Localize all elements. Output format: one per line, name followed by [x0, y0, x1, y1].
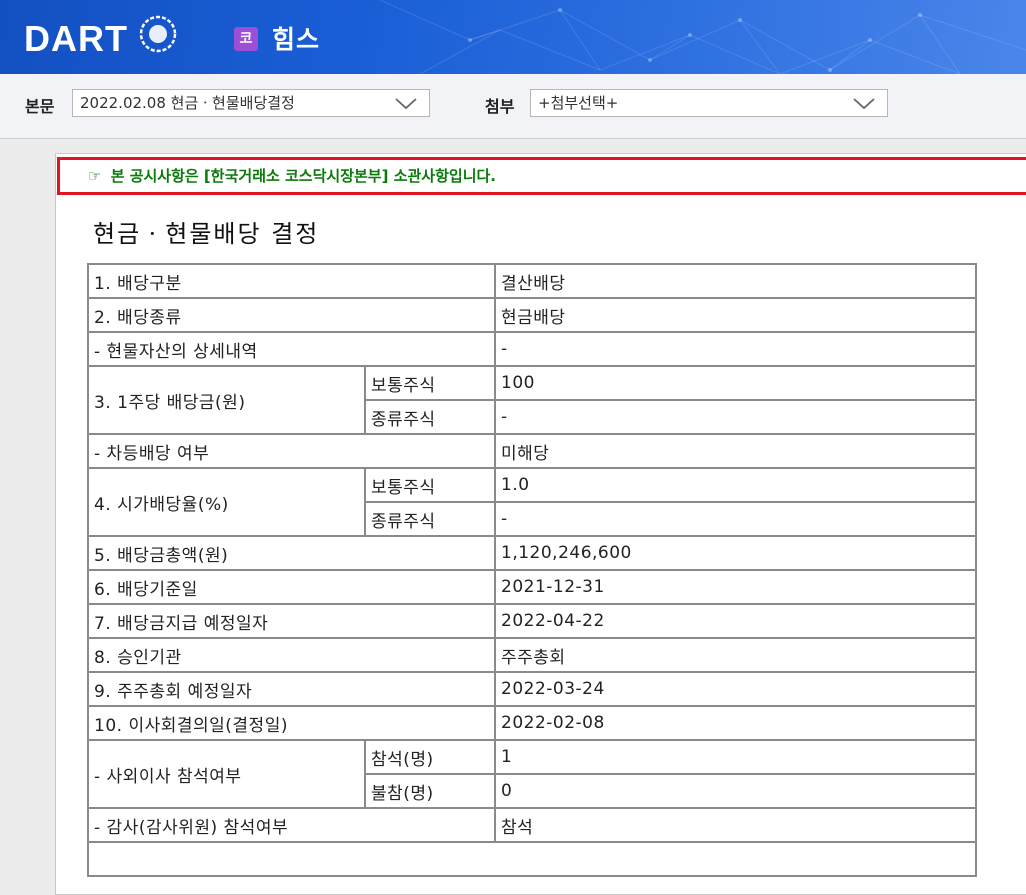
row-value: -	[494, 501, 977, 537]
row-value: 0	[494, 773, 977, 809]
row-label	[87, 841, 977, 877]
row-value: 2022-03-24	[494, 671, 977, 707]
row-label: - 감사(감사위원) 참석여부	[87, 807, 496, 843]
table-row: 4. 시가배당율(%) 보통주식 1.0	[87, 467, 977, 537]
row-label: - 차등배당 여부	[87, 433, 496, 469]
table-row: 2. 배당종류 현금배당	[87, 297, 977, 333]
row-sublabel: 참석(명)	[364, 739, 496, 775]
table-row: 3. 1주당 배당금(원) 보통주식 100	[87, 365, 977, 435]
row-value: 100	[494, 365, 977, 401]
row-sublabel: 불참(명)	[364, 773, 496, 809]
document-title: 현금ㆍ현물배당 결정	[93, 220, 320, 248]
body-select-label: 본문	[25, 97, 55, 116]
attach-select-label: 첨부	[485, 97, 515, 116]
table-row: 5. 배당금총액(원) 1,120,246,600	[87, 535, 977, 571]
dart-logo-mark: DART	[24, 15, 177, 59]
row-value: 2021-12-31	[494, 569, 977, 605]
row-value: 1	[494, 739, 977, 775]
pointing-hand-icon: ☞	[88, 167, 102, 185]
svg-text:DART: DART	[24, 18, 128, 58]
row-label: 8. 승인기관	[87, 637, 496, 673]
row-value: 미해당	[494, 433, 977, 469]
row-sublabel: 종류주식	[364, 501, 496, 537]
chevron-down-icon	[853, 98, 875, 110]
row-sublabel: 보통주식	[364, 467, 496, 503]
row-value: 참석	[494, 807, 977, 843]
row-value: 2022-04-22	[494, 603, 977, 639]
row-label: 7. 배당금지급 예정일자	[87, 603, 496, 639]
row-value: 결산배당	[494, 263, 977, 299]
table-row: 9. 주주총회 예정일자 2022-03-24	[87, 671, 977, 707]
row-label: 5. 배당금총액(원)	[87, 535, 496, 571]
table-row: - 현물자산의 상세내역 -	[87, 331, 977, 367]
table-row: - 차등배당 여부 미해당	[87, 433, 977, 469]
row-label: 1. 배당구분	[87, 263, 496, 299]
attach-select[interactable]: +첨부선택+	[530, 89, 888, 117]
row-label: 2. 배당종류	[87, 297, 496, 333]
row-label: - 사외이사 참석여부	[87, 739, 366, 809]
table-row: 7. 배당금지급 예정일자 2022-04-22	[87, 603, 977, 639]
table-row: 8. 승인기관 주주총회	[87, 637, 977, 673]
row-sublabel: 보통주식	[364, 365, 496, 401]
chevron-down-icon	[395, 98, 417, 110]
table-row: 6. 배당기준일 2021-12-31	[87, 569, 977, 605]
row-value: 1,120,246,600	[494, 535, 977, 571]
row-value: 주주총회	[494, 637, 977, 673]
company-name: 힘스	[272, 25, 321, 54]
row-sublabel: 종류주식	[364, 399, 496, 435]
table-row: 10. 이사회결의일(결정일) 2022-02-08	[87, 705, 977, 741]
row-value: 2022-02-08	[494, 705, 977, 741]
row-value: 현금배당	[494, 297, 977, 333]
row-label: 10. 이사회결의일(결정일)	[87, 705, 496, 741]
dart-logo[interactable]: DART	[24, 14, 184, 62]
dividend-disclosure-table: 1. 배당구분 결산배당 2. 배당종류 현금배당 - 현물자산의 상세내역 -3. 1주…	[87, 263, 977, 877]
attach-select-value: +첨부선택+	[538, 94, 619, 112]
jurisdiction-notice: ☞ 본 공시사항은 [한국거래소 코스닥시장본부] 소관사항입니다.	[57, 157, 1026, 195]
row-label: 4. 시가배당율(%)	[87, 467, 366, 537]
table-row	[87, 841, 977, 877]
table-row: 1. 배당구분 결산배당	[87, 263, 977, 299]
row-value: -	[494, 399, 977, 435]
notice-text: 본 공시사항은 [한국거래소 코스닥시장본부] 소관사항입니다.	[110, 167, 496, 185]
body-select[interactable]: 2022.02.08 현금ㆍ현물배당결정	[72, 89, 430, 117]
row-label: - 현물자산의 상세내역	[87, 331, 496, 367]
kosdaq-market-badge: 코	[234, 27, 258, 51]
table-row: - 감사(감사위원) 참석여부 참석	[87, 807, 977, 843]
row-label: 9. 주주총회 예정일자	[87, 671, 496, 707]
row-label: 6. 배당기준일	[87, 569, 496, 605]
table-row: - 사외이사 참석여부 참석(명) 1	[87, 739, 977, 809]
row-label: 3. 1주당 배당금(원)	[87, 365, 366, 435]
row-value: 1.0	[494, 467, 977, 503]
body-select-value: 2022.02.08 현금ㆍ현물배당결정	[80, 94, 295, 112]
top-header: DART 코 힘스	[0, 0, 1026, 74]
document-toolbar: 본문 2022.02.08 현금ㆍ현물배당결정 첨부 +첨부선택+	[0, 74, 1026, 139]
row-value: -	[494, 331, 977, 367]
